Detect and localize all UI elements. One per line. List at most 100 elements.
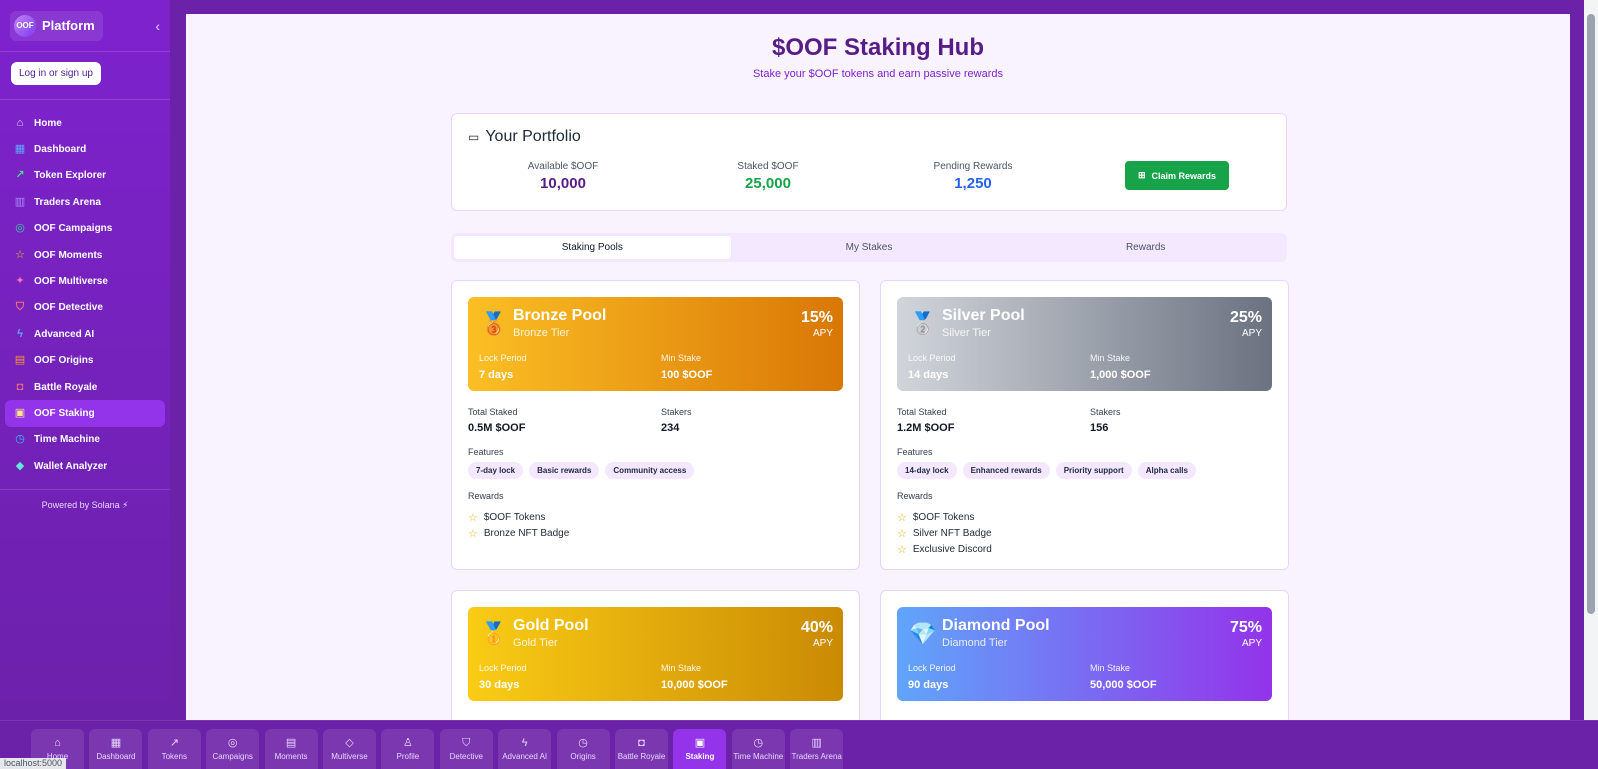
bottom-nav-time-machine[interactable]: ◷ Time Machine bbox=[731, 729, 785, 769]
total-staked-label: Total Staked bbox=[897, 407, 947, 417]
feature-chip: Alpha calls bbox=[1137, 462, 1196, 479]
reward-item: ☆ $OOF Tokens bbox=[468, 509, 569, 525]
sidebar-item-oof-staking[interactable]: ▣ OOF Staking bbox=[5, 400, 165, 427]
star-icon: ☆ bbox=[897, 511, 907, 524]
bottom-nav-traders-arena[interactable]: ▥ Traders Arena bbox=[790, 729, 844, 769]
tab-staking-pools[interactable]: Staking Pools bbox=[454, 236, 731, 259]
reward-item: ☆ Exclusive Discord bbox=[897, 541, 992, 557]
login-button[interactable]: Log in or sign up bbox=[11, 62, 101, 85]
collapse-sidebar-icon[interactable]: ‹ bbox=[155, 18, 160, 34]
scrollbar[interactable] bbox=[1584, 0, 1598, 720]
multiverse-icon: ◇ bbox=[345, 737, 354, 749]
sidebar-item-home[interactable]: ⌂ Home bbox=[5, 110, 165, 136]
bottom-nav-dashboard[interactable]: ▦ Dashboard bbox=[89, 729, 143, 769]
lock-period-value: 30 days bbox=[479, 679, 520, 691]
rewards-list: ☆ $OOF Tokens ☆ Bronze NFT Badge bbox=[468, 509, 569, 541]
scroll-thumb[interactable] bbox=[1587, 14, 1595, 614]
bottom-nav-origins[interactable]: ◷ Origins bbox=[556, 729, 610, 769]
sidebar-item-label: OOF Detective bbox=[34, 302, 103, 314]
oof-multiverse-icon: ✦ bbox=[15, 275, 25, 288]
bottom-nav-label: Staking bbox=[685, 752, 715, 761]
available-value: 10,000 bbox=[540, 175, 586, 192]
portfolio-title: Your Portfolio bbox=[485, 128, 581, 145]
total-staked-label: Total Staked bbox=[468, 407, 518, 417]
lock-period-value: 7 days bbox=[479, 369, 514, 381]
reward-label: Silver NFT Badge bbox=[912, 527, 992, 539]
pool-tier: Bronze Tier bbox=[513, 327, 570, 339]
min-stake-label: Min Stake bbox=[1090, 663, 1131, 673]
token-explorer-icon: ↗ bbox=[15, 169, 25, 182]
portfolio-card: ▭ Your Portfolio Available $OOF 10,000 S… bbox=[451, 113, 1287, 211]
pending-stat: Pending Rewards 1,250 bbox=[903, 161, 1043, 192]
profile-icon: ♙ bbox=[402, 737, 413, 749]
home-icon: ⌂ bbox=[54, 737, 61, 749]
bottom-nav-multiverse[interactable]: ◇ Multiverse bbox=[323, 729, 376, 769]
features-label: Features bbox=[897, 447, 933, 457]
total-staked-value: 1.2M $OOF bbox=[897, 422, 955, 434]
gift-icon: ⊞ bbox=[1137, 170, 1146, 180]
bottom-nav-detective[interactable]: ⛉ Detective bbox=[439, 729, 493, 769]
bronze-pool-card[interactable]: 🥉 Bronze Pool Bronze Tier 15% APY Lock Period… bbox=[451, 280, 860, 570]
sidebar-item-dashboard[interactable]: ▦ Dashboard bbox=[5, 136, 165, 162]
pool-tier: Diamond Tier bbox=[942, 637, 1008, 649]
pool-header: 🥈 Silver Pool Silver Tier 25% APY Lock Period… bbox=[897, 297, 1272, 391]
staked-label: Staked $OOF bbox=[737, 161, 799, 172]
min-stake-label: Min Stake bbox=[661, 663, 702, 673]
feature-chip: 7-day lock bbox=[468, 462, 524, 479]
bottom-nav-staking[interactable]: ▣ Staking bbox=[673, 729, 727, 769]
sidebar-item-wallet-analyzer[interactable]: ◆ Wallet Analyzer bbox=[5, 453, 165, 479]
bottom-nav-label: Time Machine bbox=[733, 752, 784, 761]
oof-origins-icon: ▤ bbox=[14, 354, 26, 367]
lock-period-label: Lock Period bbox=[908, 663, 956, 673]
reward-label: Bronze NFT Badge bbox=[483, 527, 570, 539]
sidebar-item-battle-royale[interactable]: ◘ Battle Royale bbox=[5, 374, 165, 400]
bottom-nav-profile[interactable]: ♙ Profile bbox=[381, 729, 435, 769]
sidebar-item-oof-moments[interactable]: ☆ OOF Moments bbox=[5, 242, 165, 268]
pool-apy: 15% bbox=[800, 309, 833, 326]
diamond-pool-card[interactable]: 💎 Diamond Pool Diamond Tier 75% APY Lock Peri… bbox=[880, 590, 1289, 720]
features-list: 7-day lock Basic rewards Community access bbox=[468, 462, 695, 479]
stakers-value: 156 bbox=[1090, 422, 1109, 434]
star-icon: ☆ bbox=[897, 543, 907, 556]
tab-rewards[interactable]: Rewards bbox=[1007, 236, 1284, 259]
min-stake-label: Min Stake bbox=[1090, 353, 1131, 363]
tab-my-stakes[interactable]: My Stakes bbox=[731, 236, 1008, 259]
sidebar-item-time-machine[interactable]: ◷ Time Machine bbox=[5, 427, 165, 453]
bottom-nav-label: Multiverse bbox=[331, 752, 368, 761]
bottom-nav-tokens[interactable]: ↗ Tokens bbox=[147, 729, 201, 769]
bottom-nav-advanced-ai[interactable]: ϟ Advanced AI bbox=[498, 729, 552, 769]
sidebar-item-oof-campaigns[interactable]: ◎ OOF Campaigns bbox=[5, 216, 165, 242]
oof-campaigns-icon: ◎ bbox=[15, 222, 25, 235]
available-label: Available $OOF bbox=[527, 161, 599, 172]
pool-name: Silver Pool bbox=[942, 307, 1025, 324]
sidebar-item-oof-detective[interactable]: ⛉ OOF Detective bbox=[5, 295, 165, 321]
login-section: Log in or sign up bbox=[0, 52, 170, 100]
tokens-icon: ↗ bbox=[169, 737, 179, 749]
sidebar-item-advanced-ai[interactable]: ϟ Advanced AI bbox=[5, 321, 165, 347]
bottom-nav-battle-royale[interactable]: ◘ Battle Royale bbox=[615, 729, 668, 769]
portfolio-heading: ▭ Your Portfolio bbox=[468, 128, 581, 146]
bottom-nav-moments[interactable]: ▤ Moments bbox=[264, 729, 318, 769]
pool-apy: 40% bbox=[800, 619, 833, 636]
rewards-label: Rewards bbox=[468, 491, 504, 501]
medal-icon: 💎 bbox=[909, 621, 937, 646]
logo[interactable]: OOF Platform bbox=[10, 10, 103, 41]
sidebar-item-oof-multiverse[interactable]: ✦ OOF Multiverse bbox=[5, 268, 165, 294]
bottom-nav: ⌂ Home ▦ Dashboard ↗ Tokens ◎ Campaigns ▤ Moments… bbox=[0, 720, 1598, 769]
pool-name: Diamond Pool bbox=[942, 617, 1050, 634]
available-stat: Available $OOF 10,000 bbox=[493, 161, 633, 192]
gold-pool-card[interactable]: 🥇 Gold Pool Gold Tier 40% APY Lock Period 30 d… bbox=[451, 590, 860, 720]
sidebar-item-traders-arena[interactable]: ▥ Traders Arena bbox=[5, 189, 165, 215]
bottom-nav-campaigns[interactable]: ◎ Campaigns bbox=[206, 729, 260, 769]
claim-rewards-button[interactable]: ⊞ Claim Rewards bbox=[1125, 161, 1229, 190]
powered-by-text: Powered by Solana ⚡ bbox=[41, 500, 129, 511]
dashboard-icon: ▦ bbox=[110, 737, 122, 749]
sidebar-item-token-explorer[interactable]: ↗ Token Explorer bbox=[5, 163, 165, 189]
star-icon: ☆ bbox=[468, 511, 478, 524]
silver-pool-card[interactable]: 🥈 Silver Pool Silver Tier 25% APY Lock Period… bbox=[880, 280, 1289, 570]
main-content: $OOF Staking Hub Stake your $OOF tokens … bbox=[186, 14, 1570, 720]
sidebar-item-oof-origins[interactable]: ▤ OOF Origins bbox=[5, 348, 165, 374]
features-label: Features bbox=[468, 447, 504, 457]
time-machine-icon: ◷ bbox=[753, 737, 764, 749]
sidebar-item-label: OOF Origins bbox=[34, 355, 94, 367]
